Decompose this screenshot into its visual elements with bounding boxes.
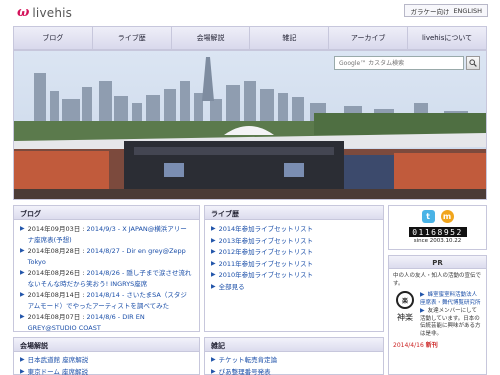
pr-intro: 中の人の友人・知人の活動の宣伝です。 xyxy=(393,273,482,287)
list-item: ▶ 2012年参加ライブセットリスト xyxy=(211,247,377,258)
list-item: ▶ 東京ドーム 座席解説 xyxy=(20,367,193,375)
nav-blog[interactable]: ブログ xyxy=(14,27,93,49)
arrow-icon: ▶ xyxy=(20,269,25,276)
entry-date: 2014年08月07日 : xyxy=(27,313,85,321)
pr-ad[interactable]: 楽 神楽 ▶ 蜂室蜜室料活動法人 座席表・舞代博覧研究所 ▶ 友達メンバーにして活動… xyxy=(389,291,486,338)
nav-live-history[interactable]: ライブ歴 xyxy=(93,27,172,49)
kagura-logo: 楽 神楽 xyxy=(393,291,417,338)
misc-link[interactable]: ぴあ整理番号発表 xyxy=(219,367,271,375)
venue-link[interactable]: 日本武道館 座席解説 xyxy=(28,355,89,366)
site-header: ω livehis ガラケー向け ENGLISH xyxy=(0,0,500,26)
pr-description: 友達メンバーにして活動しています。日本の伝統芸能に興味がある方は是非。 xyxy=(420,308,481,337)
list-item: ▶ 2014年08月28日 : 2014/8/27 - Dir en grey@… xyxy=(20,246,193,267)
entry-date: 2014年08月28日 : xyxy=(27,247,85,255)
arrow-icon: ▶ xyxy=(20,367,25,375)
new-release-date: 2014/4/16 xyxy=(393,342,424,349)
venue-link[interactable]: 東京ドーム 座席解説 xyxy=(28,367,88,375)
entry-date: 2014年09月03日 : xyxy=(27,225,85,233)
arrow-icon: ▶ xyxy=(211,259,216,267)
counter-since: since 2003.10.22 xyxy=(413,238,462,244)
logo-mark: ω xyxy=(17,5,30,20)
logo-text: livehis xyxy=(32,5,73,20)
blog-panel: ブログ ▶ 2014年09月03日 : 2014/9/3 - X JAPAN@横… xyxy=(13,205,200,332)
new-badge: 新刊 xyxy=(425,342,438,349)
kagura-text: 神楽 xyxy=(397,313,413,322)
arrow-icon: ▶ xyxy=(20,313,25,320)
list-item: ▶ 2011年参加ライブセットリスト xyxy=(211,259,377,270)
entry-date: 2014年08月14日 : xyxy=(27,291,85,299)
nav-misc[interactable]: 雑記 xyxy=(250,27,330,49)
list-item: ▶ 日本武道館 座席解説 xyxy=(20,355,193,366)
venues-panel: 会場解説 ▶ 日本武道館 座席解説 ▶ 東京ドーム 座席解説 xyxy=(13,337,200,375)
search-button[interactable] xyxy=(466,56,480,70)
arrow-icon: ▶ xyxy=(211,225,216,232)
see-all-link[interactable]: 全部見る xyxy=(219,282,245,293)
english-link[interactable]: ENGLISH xyxy=(453,7,482,15)
mobile-link[interactable]: ガラケー向け xyxy=(410,6,449,16)
arrow-icon: ▶ xyxy=(20,225,25,232)
main-nav: ブログ ライブ歴 会場解説 雑記 アーカイブ livehisについて xyxy=(13,26,487,50)
arrow-icon: ▶ xyxy=(20,247,25,254)
pr-item: ▶ 友達メンバーにして活動しています。日本の伝統芸能に興味がある方は是非。 xyxy=(420,307,482,338)
arrow-icon: ▶ xyxy=(211,248,216,255)
misc-link[interactable]: チケット転売肯定論 xyxy=(219,355,278,366)
setlist-link[interactable]: 2014年参加ライブセットリスト xyxy=(219,224,314,235)
arrow-icon: ▶ xyxy=(211,367,216,375)
arrow-icon: ▶ xyxy=(211,282,216,290)
custom-search xyxy=(334,56,480,70)
list-item: ▶ 2014年08月07日 : 2014/8/6 - DIR EN GREY@S… xyxy=(20,312,193,333)
stadium-skyline-illustration xyxy=(14,51,486,199)
setlist-link[interactable]: 2013年参加ライブセットリスト xyxy=(219,236,314,247)
social-links: t m xyxy=(389,210,486,223)
entry-date: 2014年08月26日 : xyxy=(27,269,85,277)
search-input[interactable] xyxy=(334,56,464,70)
arrow-icon: ▶ xyxy=(211,236,216,244)
pr-new-release: 2014/4/16 新刊 xyxy=(389,340,486,349)
arrow-icon: ▶ xyxy=(420,307,425,314)
setlist-link[interactable]: 2010年参加ライブセットリスト xyxy=(219,270,314,281)
list-item: ▶ 2010年参加ライブセットリスト xyxy=(211,270,377,281)
nav-venues[interactable]: 会場解説 xyxy=(172,27,251,49)
list-item: ▶ 2014年08月26日 : 2014/8/26 - 隠し子まで涙させ流れない… xyxy=(20,268,193,289)
list-item: ▶ 2014年08月14日 : 2014/8/14 - さいたまSA（スタジアム… xyxy=(20,290,193,311)
venues-title: 会場解説 xyxy=(14,338,199,352)
pr-title: PR xyxy=(389,256,486,269)
access-counter: 01168952 xyxy=(408,227,467,237)
twitter-icon[interactable]: t xyxy=(421,210,435,223)
list-item: ▶ 2014年参加ライブセットリスト xyxy=(211,224,377,235)
nav-about[interactable]: livehisについて xyxy=(408,27,486,49)
search-icon xyxy=(469,59,477,67)
arrow-icon: ▶ xyxy=(211,356,216,363)
setlist-link[interactable]: 2011年参加ライブセットリスト xyxy=(219,259,314,270)
list-item: ▶ 全部見る xyxy=(211,282,377,293)
list-item: ▶ 2014年09月03日 : 2014/9/3 - X JAPAN@横浜アリー… xyxy=(20,224,193,245)
language-switch: ガラケー向け ENGLISH xyxy=(404,4,488,17)
mixi-icon[interactable]: m xyxy=(440,210,454,223)
list-item: ▶ チケット転売肯定論 xyxy=(211,355,377,366)
live-history-title: ライブ歴 xyxy=(205,206,383,220)
pr-widget: PR 中の人の友人・知人の活動の宣伝です。 楽 神楽 ▶ 蜂室蜜室料活動法人 座席… xyxy=(388,255,487,375)
social-counter-widget: t m 01168952 since 2003.10.22 xyxy=(388,205,487,250)
blog-title: ブログ xyxy=(14,206,199,220)
nav-archive[interactable]: アーカイブ xyxy=(329,27,409,49)
pr-item: ▶ 蜂室蜜室料活動法人 座席表・舞代博覧研究所 xyxy=(420,291,482,307)
hero-image xyxy=(13,50,487,200)
pr-link[interactable]: 蜂室蜜室料活動法人 座席表・舞代博覧研究所 xyxy=(420,292,481,306)
arrow-icon: ▶ xyxy=(20,291,25,298)
arrow-icon: ▶ xyxy=(20,356,25,363)
live-history-panel: ライブ歴 ▶ 2014年参加ライブセットリスト ▶ 2013年参加ライブセットリスト… xyxy=(204,205,384,332)
arrow-icon: ▶ xyxy=(211,271,216,278)
list-item: ▶ ぴあ整理番号発表 xyxy=(211,367,377,375)
misc-title: 雑記 xyxy=(205,338,383,352)
arrow-icon: ▶ xyxy=(420,291,425,298)
setlist-link[interactable]: 2012年参加ライブセットリスト xyxy=(219,247,314,258)
site-logo[interactable]: ω livehis xyxy=(17,5,72,20)
list-item: ▶ 2013年参加ライブセットリスト xyxy=(211,236,377,247)
kagura-emblem: 楽 xyxy=(396,291,414,309)
misc-panel: 雑記 ▶ チケット転売肯定論 ▶ ぴあ整理番号発表 xyxy=(204,337,384,375)
